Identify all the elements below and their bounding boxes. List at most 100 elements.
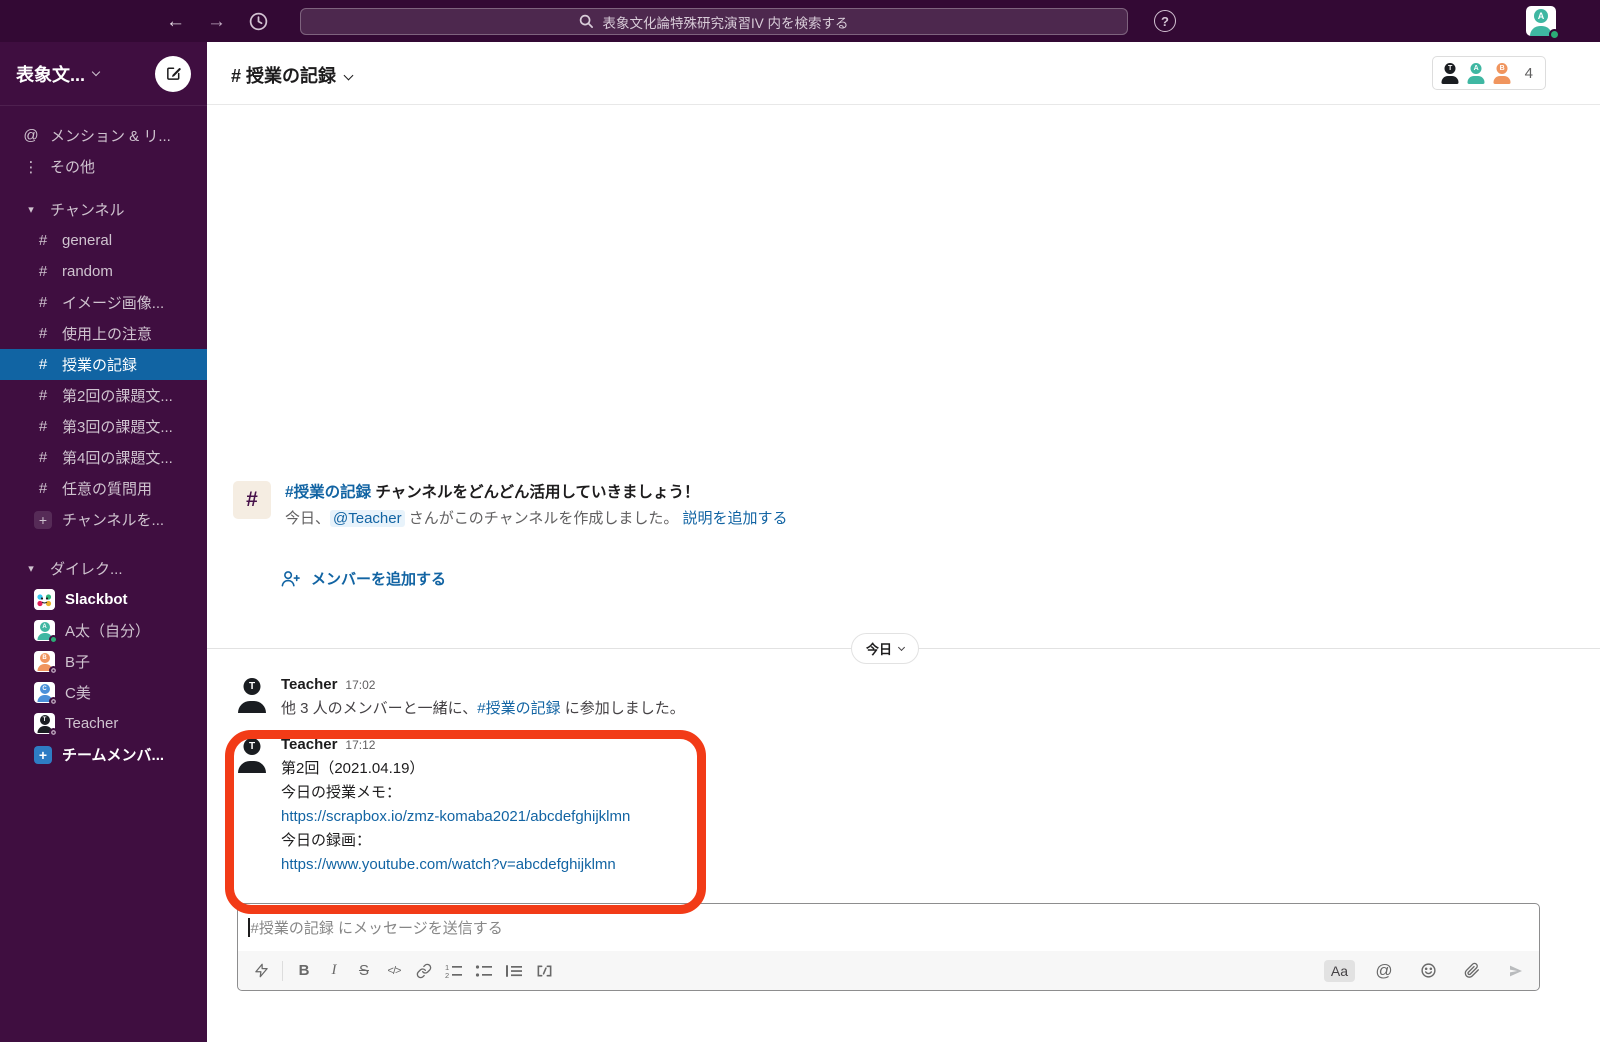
channels-section-header[interactable]: ▾ チャンネル [0,194,207,225]
message-sender[interactable]: Teacher [281,736,337,753]
italic-button[interactable]: I [319,957,349,985]
sidebar-dm-slackbot[interactable]: Slackbot [0,584,207,615]
member-avatar-a: A [1467,62,1486,84]
sidebar-channel-assignment3[interactable]: # 第3回の課題文... [0,411,207,442]
code-block-button[interactable] [529,957,559,985]
channel-intro: # #授業の記録 チャンネルをどんどん活用していきましょう！ 今日、 @Teach… [233,481,788,530]
message-sender[interactable]: Teacher [281,676,337,693]
channel-title[interactable]: # 授業の記録 [231,62,354,88]
bullet-list-button[interactable] [469,957,499,985]
emoji-button[interactable] [1413,957,1443,985]
send-button[interactable] [1501,957,1531,985]
toolbar-divider [282,960,283,981]
message-timestamp[interactable]: 17:12 [345,738,375,752]
slack-app: ← → 表象文化論特殊研究演習IV 内を検索する ? A 表象文... @ メン… [0,0,1600,1042]
sidebar: 表象文... @ メンション & リ... ⋮ その他 ▾ チャンネル # ge… [0,42,207,1042]
sidebar-channel-class-record-active[interactable]: # 授業の記録 [0,349,207,380]
sidebar-channel-assignment4[interactable]: # 第4回の課題文... [0,442,207,473]
hash-icon: # [38,232,48,249]
mention-button[interactable]: @ [1369,957,1399,985]
add-description-link[interactable]: 説明を追加する [683,510,788,527]
plus-icon: + [34,510,52,529]
message-join: T Teacher 17:02 他 3 人のメンバーと一緒に、#授業の記録 に参加… [233,675,685,721]
sidebar-dm-teacher[interactable]: T Teacher [0,708,207,739]
dm-avatar: C [34,682,58,706]
message-class-record: T Teacher 17:12 第2回（2021.04.19） 今日の授業メモ： … [233,735,630,877]
history-nav: ← → [166,0,269,42]
add-members-button[interactable]: メンバーを追加する [280,568,446,589]
sidebar-channel-image[interactable]: # イメージ画像... [0,287,207,318]
workspace-header[interactable]: 表象文... [0,42,207,106]
member-count: 4 [1524,64,1533,82]
scrapbox-url-link[interactable]: https://scrapbox.io/zmz-komaba2021/abcde… [281,808,630,825]
workspace-name[interactable]: 表象文... [16,61,85,87]
text-caret [248,918,250,937]
search-placeholder: 表象文化論特殊研究演習IV 内を検索する [602,15,849,31]
bold-button[interactable]: B [289,957,319,985]
sidebar-dm-a-self[interactable]: A A太（自分） [0,615,207,646]
shortcuts-lightning-icon[interactable] [246,957,276,985]
hash-icon: # [38,263,48,280]
teacher-avatar[interactable]: T [233,735,271,773]
presence-offline-dot [49,728,58,737]
forward-arrow-icon[interactable]: → [207,12,226,31]
dm-section-header[interactable]: ▾ ダイレク... [0,553,207,584]
history-clock-icon[interactable] [248,11,269,32]
sidebar-channel-general[interactable]: # general [0,225,207,256]
back-arrow-icon[interactable]: ← [166,12,185,31]
format-toggle-button[interactable]: Aa [1323,959,1355,982]
sidebar-channel-assignment2[interactable]: # 第2回の課題文... [0,380,207,411]
sidebar-channel-random[interactable]: # random [0,256,207,287]
ordered-list-button[interactable]: 1 2 [439,957,469,985]
compose-icon [166,67,181,80]
hash-icon: # [38,325,48,342]
hash-icon: # [38,387,48,404]
mention-teacher[interactable]: @Teacher [330,510,405,527]
intro-title: #授業の記録 チャンネルをどんどん活用していきましょう！ [285,484,700,501]
sidebar-dm-b[interactable]: B B子 [0,646,207,677]
youtube-url-link[interactable]: https://www.youtube.com/watch?v=abcdefgh… [281,856,616,873]
sidebar-channel-questions[interactable]: # 任意の質問用 [0,473,207,504]
user-avatar[interactable]: A [1526,6,1560,40]
dm-avatar: A [34,620,58,644]
link-button[interactable] [409,957,439,985]
member-list-button[interactable]: T A B 4 [1431,56,1546,90]
hash-icon: # [38,294,48,311]
vertical-ellipsis-icon: ⋮ [23,158,39,176]
message-line: 今日の録画： [281,832,372,849]
intro-subtitle: 今日、 @Teacher さんがこのチャンネルを作成しました。 説明を追加する [285,510,788,527]
strikethrough-button[interactable]: S [349,957,379,985]
inline-code-button[interactable]: </> [379,957,409,985]
add-channel-button[interactable]: + チャンネルを... [0,504,207,535]
svg-text:2: 2 [445,971,449,979]
blockquote-button[interactable] [499,957,529,985]
search-input[interactable]: 表象文化論特殊研究演習IV 内を検索する [300,8,1128,35]
channel-link[interactable]: #授業の記録 [477,700,560,717]
channel-header: # 授業の記録 T A B 4 [207,42,1600,105]
teacher-avatar[interactable]: T [233,675,271,713]
slackbot-avatar [34,589,55,610]
chevron-down-icon [343,70,354,81]
add-person-icon [281,571,300,587]
date-divider-button[interactable]: 今日 [851,633,920,664]
sidebar-dm-c[interactable]: C C美 [0,677,207,708]
hash-icon: # [38,480,48,497]
chevron-down-icon [897,643,906,652]
invite-members-button[interactable]: + チームメンバ... [0,739,207,770]
sidebar-list: @ メンション & リ... ⋮ その他 ▾ チャンネル # general # r… [0,106,207,770]
channel-link[interactable]: #授業の記録 [285,484,371,501]
sidebar-channel-notes[interactable]: # 使用上の注意 [0,318,207,349]
sidebar-item-mentions[interactable]: @ メンション & リ... [0,120,207,151]
message-input[interactable]: #授業の記録 にメッセージを送信する [238,904,1539,951]
attach-paperclip-icon[interactable] [1457,957,1487,985]
presence-online-dot [49,635,58,644]
message-timestamp[interactable]: 17:02 [345,678,375,692]
hash-icon: # [38,356,48,373]
help-icon[interactable]: ? [1154,10,1176,32]
message-line: 第2回（2021.04.19） [281,760,425,777]
composer-placeholder: #授業の記録 にメッセージを送信する [250,920,503,937]
message-composer: #授業の記録 にメッセージを送信する B I S </> 1 2 Aa @ [237,903,1540,991]
sidebar-item-more[interactable]: ⋮ その他 [0,151,207,182]
new-message-button[interactable] [155,55,191,92]
section-collapse-icon: ▾ [28,563,34,575]
